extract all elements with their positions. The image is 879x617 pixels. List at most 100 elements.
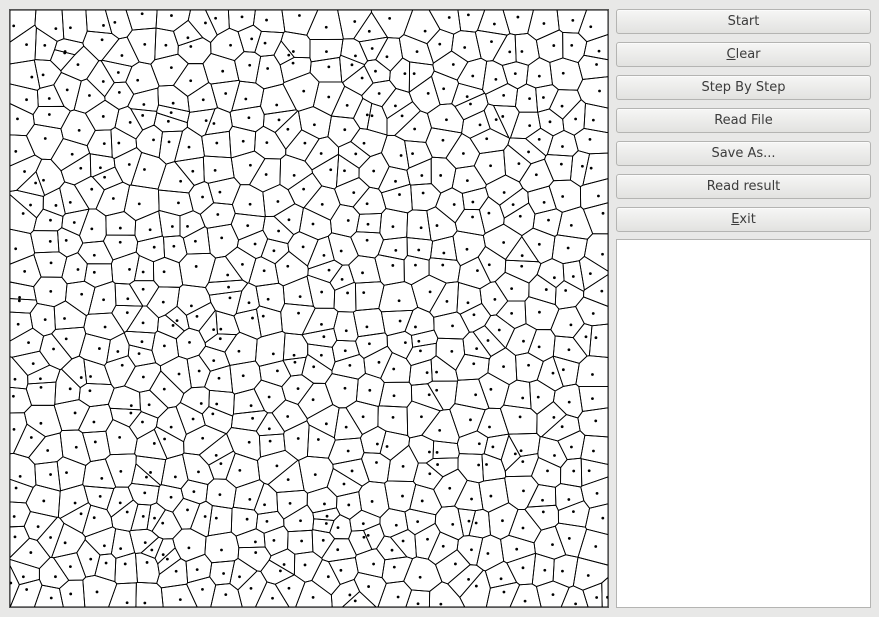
voronoi-cell — [126, 27, 157, 65]
voronoi-cell — [499, 404, 538, 435]
voronoi-site — [366, 222, 370, 226]
voronoi-site — [589, 166, 593, 170]
voronoi-site — [588, 272, 592, 276]
voronoi-cell — [301, 307, 339, 336]
voronoi-cell — [271, 399, 308, 433]
voronoi-site — [16, 322, 20, 326]
voronoi-site — [465, 95, 469, 99]
voronoi-site — [16, 117, 19, 121]
voronoi-site — [89, 557, 93, 561]
voronoi-site — [126, 297, 130, 301]
voronoi-cell — [237, 570, 268, 607]
voronoi-site — [282, 563, 286, 566]
voronoi-site — [217, 376, 221, 380]
voronoi-site — [552, 44, 556, 47]
step-by-step-button[interactable]: Step By Step — [616, 75, 871, 100]
voronoi-site — [298, 295, 302, 299]
voronoi-cell — [330, 85, 364, 119]
voronoi-site — [240, 15, 244, 19]
clear-button[interactable]: Clear — [616, 42, 871, 67]
voronoi-site — [65, 88, 69, 92]
voronoi-site — [399, 154, 403, 157]
voronoi-cell — [225, 452, 261, 489]
voronoi-cell — [25, 123, 64, 161]
start-button[interactable]: Start — [616, 9, 871, 34]
voronoi-site — [366, 533, 370, 537]
exit-button[interactable]: Exit — [616, 207, 871, 232]
voronoi-site — [90, 187, 94, 191]
voronoi-site — [552, 276, 556, 280]
voronoi-cell — [378, 381, 413, 408]
voronoi-site — [360, 76, 364, 80]
read-file-button[interactable]: Read File — [616, 108, 871, 133]
voronoi-site — [362, 291, 366, 295]
voronoi-site — [140, 340, 144, 344]
voronoi-cell — [524, 296, 560, 331]
voronoi-diagram[interactable] — [10, 10, 608, 607]
voronoi-cell — [53, 71, 82, 112]
voronoi-site — [264, 173, 268, 176]
save-as-button[interactable]: Save As... — [616, 141, 871, 166]
voronoi-site — [469, 418, 472, 422]
voronoi-cell — [311, 153, 340, 190]
voronoi-cell — [530, 456, 562, 488]
voronoi-site — [324, 25, 328, 29]
voronoi-site — [518, 415, 522, 419]
voronoi-site — [542, 96, 545, 99]
voronoi-cell — [105, 418, 138, 456]
voronoi-site — [392, 394, 396, 398]
voronoi-site — [564, 289, 568, 292]
voronoi-site — [211, 412, 215, 416]
voronoi-site — [118, 226, 122, 230]
voronoi-cell — [575, 355, 608, 387]
voronoi-cell — [135, 581, 164, 607]
voronoi-site — [169, 111, 173, 115]
voronoi-cell — [309, 56, 343, 83]
voronoi-site — [291, 61, 295, 65]
voronoi-site — [561, 195, 565, 198]
voronoi-site — [164, 43, 168, 47]
voronoi-cell — [280, 31, 311, 59]
voronoi-site — [43, 43, 47, 47]
voronoi-cell — [485, 83, 519, 107]
voronoi-site — [214, 454, 218, 457]
output-log-textarea[interactable] — [616, 239, 871, 608]
voronoi-cell — [208, 255, 244, 283]
voronoi-site — [413, 127, 417, 131]
voronoi-site — [248, 63, 252, 67]
voronoi-site — [370, 500, 374, 503]
voronoi-cell — [73, 175, 105, 210]
voronoi-site — [401, 539, 405, 543]
voronoi-site — [447, 16, 451, 19]
voronoi-site — [171, 101, 175, 105]
voronoi-site — [261, 314, 265, 318]
voronoi-site — [292, 173, 296, 177]
voronoi-cell — [583, 233, 608, 272]
voronoi-site — [219, 462, 223, 466]
read-result-button[interactable]: Read result — [616, 174, 871, 199]
voronoi-cell — [398, 34, 434, 66]
voronoi-site — [548, 120, 552, 124]
voronoi-cell — [514, 83, 539, 113]
voronoi-site — [467, 577, 470, 581]
voronoi-cell — [484, 560, 518, 589]
voronoi-cell — [10, 189, 44, 219]
voronoi-cell — [101, 36, 140, 67]
voronoi-site — [143, 541, 147, 545]
voronoi-site — [477, 463, 481, 467]
voronoi-canvas[interactable] — [9, 9, 609, 608]
voronoi-site — [426, 92, 430, 95]
voronoi-site — [286, 264, 290, 268]
voronoi-cell — [198, 309, 218, 344]
voronoi-site — [119, 547, 123, 550]
voronoi-site — [494, 118, 498, 122]
voronoi-site — [303, 563, 307, 567]
voronoi-cell — [375, 37, 404, 72]
voronoi-site — [339, 568, 343, 572]
voronoi-site — [227, 285, 230, 289]
voronoi-site — [478, 123, 482, 127]
voronoi-site — [451, 63, 455, 66]
voronoi-cell — [552, 355, 580, 387]
voronoi-site — [428, 450, 431, 454]
voronoi-cell — [204, 531, 240, 564]
